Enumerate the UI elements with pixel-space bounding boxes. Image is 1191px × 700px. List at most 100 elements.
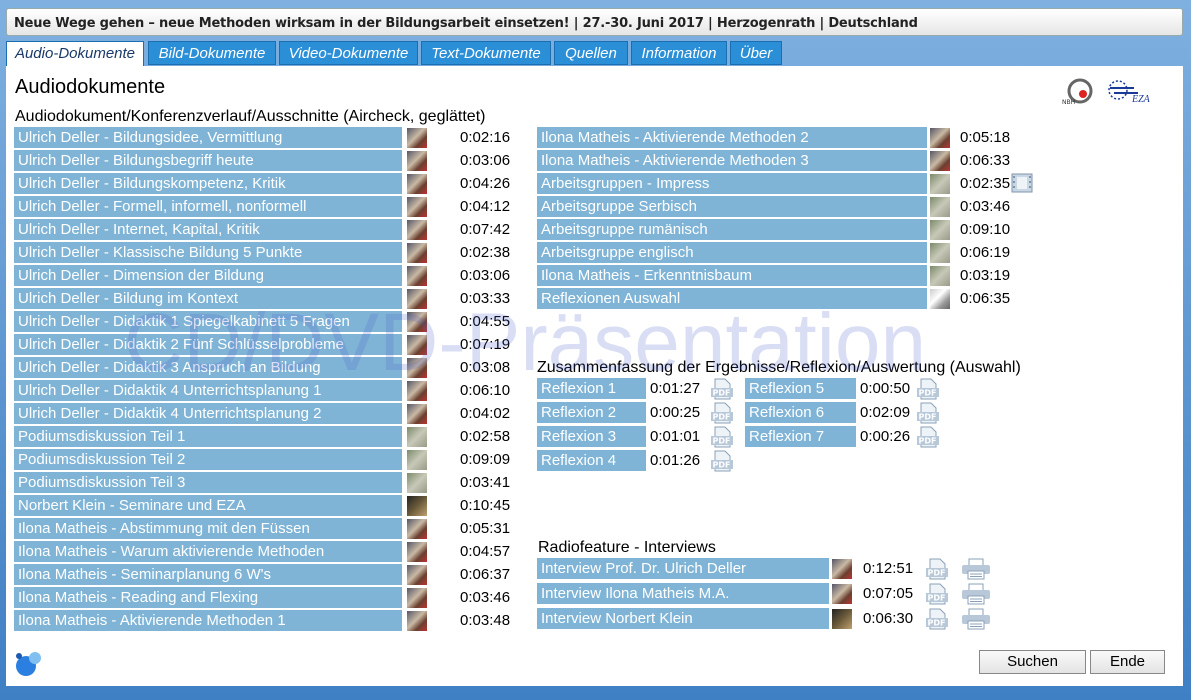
audio-link[interactable]: Ulrich Deller - Didaktik 1 Spiegelkabine… xyxy=(14,311,402,332)
eza-logo: EZA xyxy=(1104,80,1156,106)
duration: 0:02:38 xyxy=(460,244,511,261)
tab-quellen[interactable]: Quellen xyxy=(554,41,628,65)
svg-text:PDF: PDF xyxy=(713,413,731,422)
speaker-thumbnail xyxy=(407,404,427,424)
duration: 0:07:19 xyxy=(460,336,511,353)
audio-link[interactable]: Reflexionen Auswahl xyxy=(537,288,927,309)
pdf-icon[interactable]: PDF xyxy=(710,450,734,472)
svg-text:PDF: PDF xyxy=(928,594,946,603)
duration: 0:12:51 xyxy=(863,560,914,577)
audio-link[interactable]: Reflexion 4 xyxy=(537,450,646,471)
audio-link[interactable]: Ilona Matheis - Seminarplanung 6 W's xyxy=(14,564,402,585)
speaker-thumbnail xyxy=(407,128,427,148)
tab-ueber[interactable]: Über xyxy=(730,41,782,65)
pdf-icon[interactable]: PDF xyxy=(916,378,940,400)
svg-text:PDF: PDF xyxy=(928,569,946,578)
audio-link[interactable]: Interview Prof. Dr. Ulrich Deller xyxy=(537,558,829,579)
audio-link[interactable]: Ilona Matheis - Erkenntnisbaum xyxy=(537,265,927,286)
audio-link[interactable]: Arbeitsgruppe rumänisch xyxy=(537,219,927,240)
audio-link[interactable]: Podiumsdiskussion Teil 2 xyxy=(14,449,402,470)
film-icon[interactable] xyxy=(1011,173,1033,193)
audio-link[interactable]: Ilona Matheis - Abstimmung mit den Füsse… xyxy=(14,518,402,539)
audio-link[interactable]: Ulrich Deller - Didaktik 4 Unterrichtspl… xyxy=(14,380,402,401)
duration: 0:06:19 xyxy=(960,244,1011,261)
radio-heading: Radiofeature - Interviews xyxy=(538,539,716,556)
pdf-icon[interactable]: PDF xyxy=(925,558,949,580)
audio-link[interactable]: Ilona Matheis - Warum aktivierende Metho… xyxy=(14,541,402,562)
audio-link[interactable]: Podiumsdiskussion Teil 1 xyxy=(14,426,402,447)
audio-link[interactable]: Ilona Matheis - Aktivierende Methoden 2 xyxy=(537,127,927,148)
duration: 0:06:35 xyxy=(960,290,1011,307)
duration: 0:04:12 xyxy=(460,198,511,215)
speaker-thumbnail xyxy=(407,381,427,401)
speaker-thumbnail xyxy=(407,588,427,608)
pdf-icon[interactable]: PDF xyxy=(710,402,734,424)
content-panel: Audiodokumente NBH EZA Audiodokument/Kon… xyxy=(6,66,1183,686)
audio-link[interactable]: Ulrich Deller - Didaktik 4 Unterrichtspl… xyxy=(14,403,402,424)
audio-link[interactable]: Ulrich Deller - Bildung im Kontext xyxy=(14,288,402,309)
audio-link[interactable]: Podiumsdiskussion Teil 3 xyxy=(14,472,402,493)
printer-icon[interactable] xyxy=(960,583,992,605)
audio-link[interactable]: Ulrich Deller - Bildungsbegriff heute xyxy=(14,150,402,171)
audio-link[interactable]: Ilona Matheis - Aktivierende Methoden 1 xyxy=(14,610,402,631)
audio-link[interactable]: Arbeitsgruppe englisch xyxy=(537,242,927,263)
duration: 0:07:05 xyxy=(863,585,914,602)
duration: 0:01:01 xyxy=(650,428,701,445)
pdf-icon[interactable]: PDF xyxy=(925,583,949,605)
svg-text:NBH: NBH xyxy=(1062,99,1075,106)
audio-link[interactable]: Ulrich Deller - Didaktik 2 Fünf Schlüsse… xyxy=(14,334,402,355)
search-button[interactable]: Suchen xyxy=(979,650,1086,674)
audio-link[interactable]: Reflexion 1 xyxy=(537,378,646,399)
duration: 0:03:08 xyxy=(460,359,511,376)
nbh-logo: NBH xyxy=(1060,78,1096,106)
duration: 0:06:37 xyxy=(460,566,511,583)
speaker-thumbnail xyxy=(407,243,427,263)
speaker-thumbnail xyxy=(407,312,427,332)
audio-link[interactable]: Reflexion 6 xyxy=(745,402,856,423)
audio-link[interactable]: Ulrich Deller - Klassische Bildung 5 Pun… xyxy=(14,242,402,263)
audio-link[interactable]: Ulrich Deller - Internet, Kapital, Kriti… xyxy=(14,219,402,240)
audio-link[interactable]: Reflexion 5 xyxy=(745,378,856,399)
tab-information[interactable]: Information xyxy=(631,41,727,65)
speaker-thumbnail xyxy=(407,174,427,194)
audio-link[interactable]: Ulrich Deller - Formell, informell, nonf… xyxy=(14,196,402,217)
audio-link[interactable]: Interview Ilona Matheis M.A. xyxy=(537,583,829,604)
duration: 0:10:45 xyxy=(460,497,511,514)
audio-link[interactable]: Ulrich Deller - Bildungsidee, Vermittlun… xyxy=(14,127,402,148)
duration: 0:00:25 xyxy=(650,404,701,421)
pdf-icon[interactable]: PDF xyxy=(710,426,734,448)
audio-link[interactable]: Ulrich Deller - Didaktik 3 Anspruch an B… xyxy=(14,357,402,378)
duration: 0:09:10 xyxy=(960,221,1011,238)
audio-link[interactable]: Norbert Klein - Seminare und EZA xyxy=(14,495,402,516)
audio-link[interactable]: Reflexion 2 xyxy=(537,402,646,423)
audio-link[interactable]: Arbeitsgruppe Serbisch xyxy=(537,196,927,217)
pdf-icon[interactable]: PDF xyxy=(916,402,940,424)
speaker-thumbnail xyxy=(407,565,427,585)
tab-bild-dokumente[interactable]: Bild-Dokumente xyxy=(148,41,276,65)
end-button[interactable]: Ende xyxy=(1090,650,1165,674)
audio-link[interactable]: Arbeitsgruppen - Impress xyxy=(537,173,927,194)
audio-link[interactable]: Interview Norbert Klein xyxy=(537,608,829,629)
duration: 0:04:26 xyxy=(460,175,511,192)
tab-text-dokumente[interactable]: Text-Dokumente xyxy=(421,41,551,65)
pdf-icon[interactable]: PDF xyxy=(710,378,734,400)
audio-link[interactable]: Ilona Matheis - Aktivierende Methoden 3 xyxy=(537,150,927,171)
duration: 0:09:09 xyxy=(460,451,511,468)
audio-link[interactable]: Ilona Matheis - Reading and Flexing xyxy=(14,587,402,608)
speaker-thumbnail xyxy=(930,151,950,171)
tab-video-dokumente[interactable]: Video-Dokumente xyxy=(279,41,418,65)
tab-audio-dokumente[interactable]: Audio-Dokumente xyxy=(6,41,144,66)
printer-icon[interactable] xyxy=(960,558,992,580)
printer-icon[interactable] xyxy=(960,608,992,630)
audio-link[interactable]: Reflexion 7 xyxy=(745,426,856,447)
pdf-icon[interactable]: PDF xyxy=(916,426,940,448)
audio-link[interactable]: Reflexion 3 xyxy=(537,426,646,447)
pdf-icon[interactable]: PDF xyxy=(925,608,949,630)
audio-link[interactable]: Ulrich Deller - Dimension der Bildung xyxy=(14,265,402,286)
audio-link[interactable]: Ulrich Deller - Bildungskompetenz, Kriti… xyxy=(14,173,402,194)
window-title: Neue Wege gehen – neue Methoden wirksam … xyxy=(14,16,918,31)
app-window: Neue Wege gehen – neue Methoden wirksam … xyxy=(0,0,1191,700)
duration: 0:01:27 xyxy=(650,380,701,397)
title-bar: Neue Wege gehen – neue Methoden wirksam … xyxy=(6,8,1183,36)
duration: 0:04:57 xyxy=(460,543,511,560)
